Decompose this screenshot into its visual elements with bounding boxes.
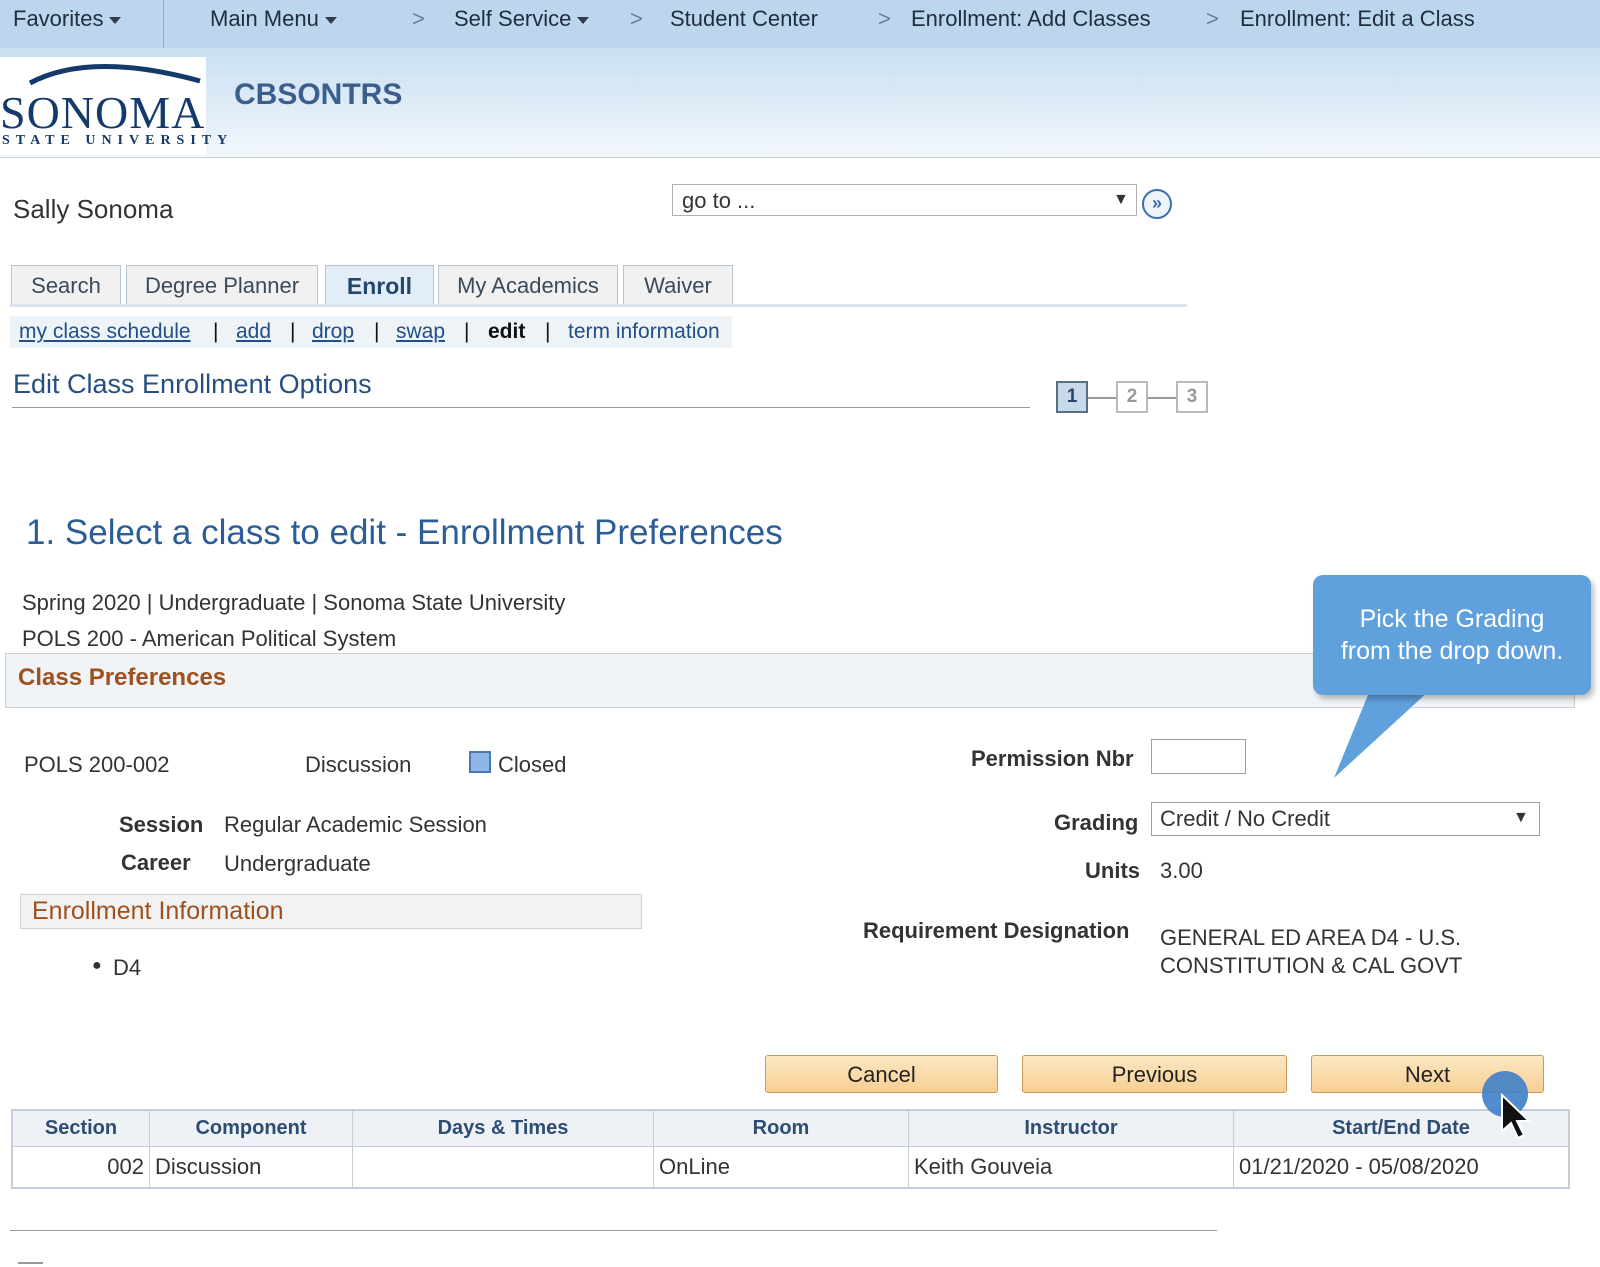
breadcrumb-divider [163,0,164,48]
step-connector [1088,397,1116,399]
grading-select-value: Credit / No Credit [1160,806,1330,831]
tutorial-callout: Pick the Grading from the drop down. [1313,575,1591,695]
class-preferences-title: Class Preferences [18,664,227,691]
column-header-section: Section [12,1110,150,1147]
self-service-menu[interactable]: Self Service [454,6,590,32]
callout-pointer [1334,690,1430,778]
subnav-divider: | [464,320,470,343]
chevron-down-icon [577,16,590,24]
goto-button[interactable]: » [1142,189,1172,219]
step-1-indicator: 1 [1056,381,1088,413]
dropdown-arrow-icon: ▼ [1513,809,1529,826]
breadcrumb-separator-icon: > [878,6,891,31]
session-label: Session [119,812,204,837]
breadcrumb-separator-icon: > [412,6,425,31]
chevron-down-icon [109,16,122,24]
column-header-instructor: Instructor [908,1110,1234,1147]
goto-select-value: go to ... [682,188,756,213]
cell-component: Discussion [149,1146,353,1188]
cell-instructor: Keith Gouveia [908,1146,1234,1188]
callout-line-1: Pick the Grading [1359,605,1545,633]
subnav-add[interactable]: add [236,320,271,344]
requirement-designation-label: Requirement Designation [863,918,1130,943]
cell-start-end-date: 01/21/2020 - 05/08/2020 [1233,1146,1569,1188]
column-header-component: Component [149,1110,353,1147]
chevron-down-icon [324,16,337,24]
bottom-divider [10,1230,1217,1231]
breadcrumb-add-classes[interactable]: Enrollment: Add Classes [911,6,1151,32]
class-section-table: Section Component Days & Times Room Inst… [12,1110,1569,1188]
title-divider [12,407,1030,408]
mouse-pointer-icon [1501,1093,1532,1140]
permission-number-input[interactable] [1151,739,1246,774]
table-header-row: Section Component Days & Times Room Inst… [12,1110,1569,1147]
subnav-divider: | [374,320,380,343]
subnav-term-information[interactable]: term information [568,320,720,344]
step-2-indicator: 2 [1116,381,1148,413]
tab-enroll[interactable]: Enroll [325,265,434,307]
subnav-drop[interactable]: drop [312,320,354,344]
units-label: Units [1085,858,1140,883]
cell-section: 002 [12,1146,150,1188]
enrollment-information-title: Enrollment Information [32,897,284,925]
system-title: CBSONTRS [234,78,403,111]
step-connector [1148,397,1176,399]
column-header-room: Room [653,1110,909,1147]
breadcrumb-edit-class: Enrollment: Edit a Class [1240,6,1475,31]
main-menu[interactable]: Main Menu [210,6,337,32]
subnav-divider: | [545,320,551,343]
cell-room: OnLine [653,1146,909,1188]
previous-button[interactable]: Previous [1022,1055,1287,1093]
bottom-marker [18,1262,43,1264]
class-section: POLS 200-002 [24,752,170,777]
requirement-designation-line-2: CONSTITUTION & CAL GOVT [1160,953,1463,978]
permission-number-label: Permission Nbr [971,746,1134,771]
subnav-divider: | [213,320,219,343]
table-row: 002 Discussion OnLine Keith Gouveia 01/2… [12,1146,1569,1188]
breadcrumb-student-center[interactable]: Student Center [670,6,818,32]
units-value: 3.00 [1160,858,1203,883]
career-label: Career [121,850,191,875]
breadcrumb-bar: Favorites Main Menu > Self Service > Stu… [0,0,1600,48]
class-status: Closed [498,752,567,777]
tab-my-academics[interactable]: My Academics [438,265,618,305]
enrollment-information-item: D4 [113,955,142,980]
cell-days-times [352,1146,654,1188]
session-value: Regular Academic Session [224,812,487,837]
section-title: 1. Select a class to edit - Enrollment P… [26,513,783,552]
closed-status-icon [469,751,491,773]
subnav-edit: edit [488,320,526,343]
course-title-line: POLS 200 - American Political System [22,626,397,651]
tab-degree-planner[interactable]: Degree Planner [126,265,318,305]
tab-waiver[interactable]: Waiver [623,265,733,305]
favorites-label: Favorites [13,6,104,31]
subnav-my-class-schedule[interactable]: my class schedule [19,320,191,344]
cancel-button[interactable]: Cancel [765,1055,998,1093]
bullet-icon: ● [92,957,102,974]
main-menu-label: Main Menu [210,6,319,31]
logo-subtitle: STATE UNIVERSITY [2,133,234,148]
step-3-indicator: 3 [1176,381,1208,413]
grading-label: Grading [1054,810,1139,835]
requirement-designation-line-1: GENERAL ED AREA D4 - U.S. [1160,925,1462,950]
page-title: Edit Class Enrollment Options [13,369,372,399]
term-info-line: Spring 2020 | Undergraduate | Sonoma Sta… [22,590,566,615]
student-name: Sally Sonoma [13,194,174,224]
subnav-swap[interactable]: swap [396,320,445,344]
class-component: Discussion [305,752,412,777]
tab-search[interactable]: Search [11,265,121,305]
favorites-menu[interactable]: Favorites [13,6,122,32]
column-header-days-times: Days & Times [352,1110,654,1147]
self-service-label: Self Service [454,6,572,31]
breadcrumb-separator-icon: > [630,6,643,31]
callout-line-2: from the drop down. [1340,637,1564,665]
breadcrumb-separator-icon: > [1206,6,1219,31]
logo-wordmark: SONOMA [0,87,206,138]
tab-underline [10,304,1187,307]
career-value: Undergraduate [224,851,371,876]
dropdown-arrow-icon: ▼ [1113,191,1129,208]
subnav-divider: | [290,320,296,343]
